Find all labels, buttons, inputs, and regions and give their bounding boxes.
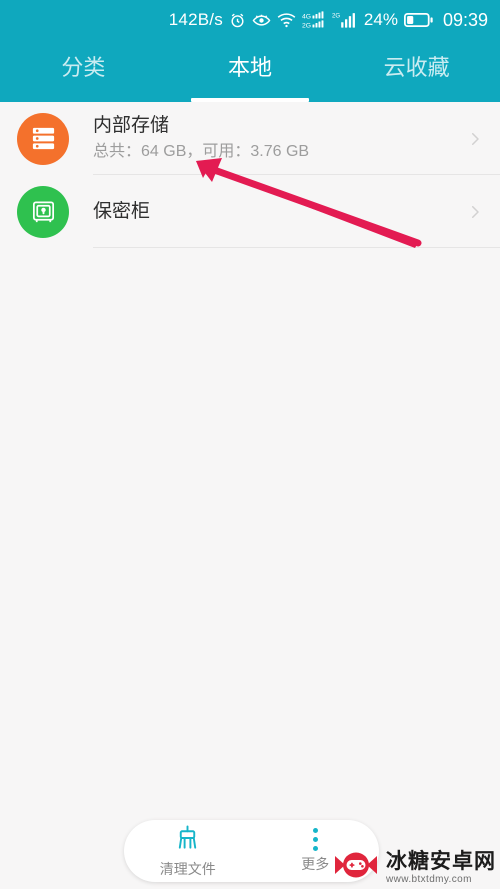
chevron-right-icon <box>466 203 484 221</box>
clock-label: 09:39 <box>442 9 488 30</box>
phone-screen: 142B/s 4G 2G 2G 24% 09:39 分类 本地 云收藏 内部存储… <box>0 0 500 889</box>
alarm-clock-icon <box>229 12 246 29</box>
list-item-title: 保密柜 <box>93 200 151 222</box>
list-item-internal-storage[interactable]: 内部存储 总共：64 GB，可用：3.76 GB <box>0 102 500 175</box>
bottom-action-label: 更多 <box>301 856 330 872</box>
chevron-right-icon <box>466 130 484 148</box>
candy-gamepad-logo-icon <box>333 850 379 885</box>
dot <box>312 828 318 833</box>
tab-cloud-favorites[interactable]: 云收藏 <box>333 40 500 102</box>
status-bar: 142B/s 4G 2G 2G 24% 09:39 <box>0 0 500 40</box>
tab-label: 本地 <box>228 55 273 80</box>
tab-label: 云收藏 <box>383 55 450 80</box>
svg-text:4G: 4G <box>302 14 311 21</box>
list-item-subtitle: 总共：64 GB，可用：3.76 GB <box>93 143 310 160</box>
battery-icon <box>403 12 434 28</box>
watermark-site-name: 冰糖安卓网 <box>386 849 496 873</box>
bottom-action-label: 清理文件 <box>159 860 216 877</box>
tab-label: 分类 <box>61 55 106 80</box>
eye-protection-icon <box>252 12 271 29</box>
svg-text:2G: 2G <box>302 23 311 30</box>
battery-percent-label: 24% <box>363 10 398 29</box>
row-divider <box>93 247 500 248</box>
watermark-text: 冰糖安卓网 www.btxtdmy.com <box>386 851 496 885</box>
list-item-title: 内部存储 <box>93 115 170 136</box>
svg-text:2G: 2G <box>332 13 340 20</box>
watermark-site-url: www.btxtdmy.com <box>386 873 472 885</box>
network-speed-label: 142B/s <box>168 10 223 29</box>
signal-2g-icon: 2G <box>332 11 358 29</box>
tab-local[interactable]: 本地 <box>167 40 334 102</box>
dot <box>312 837 318 842</box>
dot <box>312 846 318 851</box>
list-item-text: 内部存储 总共：64 GB，可用：3.76 GB <box>93 114 466 163</box>
signal-4g-icon: 4G 2G <box>302 11 326 29</box>
internal-storage-icon <box>17 112 69 165</box>
tab-bar: 分类 本地 云收藏 <box>0 40 500 102</box>
bottom-action-clean-files[interactable]: 清理文件 <box>124 824 252 879</box>
list-item-text: 保密柜 <box>93 200 466 224</box>
list-item-safe-vault[interactable]: 保密柜 <box>0 175 500 248</box>
more-vertical-icon <box>312 828 318 851</box>
site-watermark: 冰糖安卓网 www.btxtdmy.com <box>333 850 496 885</box>
storage-list: 内部存储 总共：64 GB，可用：3.76 GB 保密柜 <box>0 102 500 248</box>
wifi-icon <box>277 12 296 28</box>
safe-vault-icon <box>17 185 69 238</box>
tab-category[interactable]: 分类 <box>0 40 167 102</box>
broom-icon <box>174 824 201 856</box>
